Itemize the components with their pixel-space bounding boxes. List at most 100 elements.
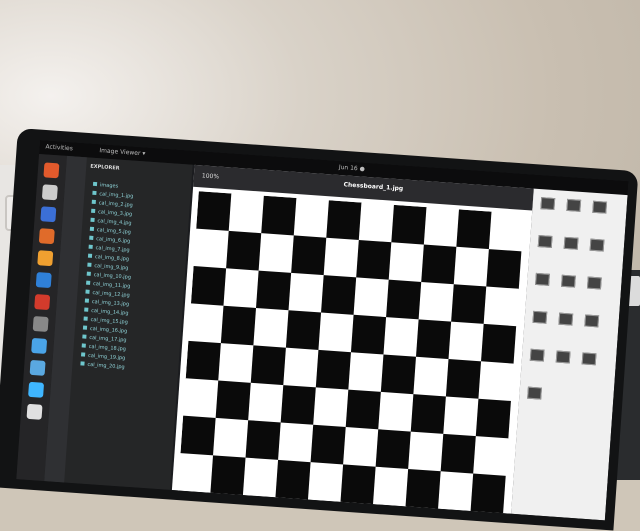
chessboard-square bbox=[220, 305, 257, 346]
dock-app-icon[interactable] bbox=[29, 359, 46, 376]
chessboard-square bbox=[470, 473, 507, 514]
chessboard-square bbox=[215, 380, 252, 421]
chessboard-square bbox=[293, 198, 330, 239]
explorer-heading: EXPLORER bbox=[90, 163, 120, 172]
file-item[interactable]: cal_img_20.jpg bbox=[80, 361, 125, 373]
chessboard-square bbox=[258, 233, 295, 274]
chessboard-square bbox=[488, 211, 525, 252]
file-thumbnail[interactable] bbox=[589, 238, 605, 252]
chessboard-square bbox=[486, 249, 522, 290]
chessboard-square bbox=[248, 382, 284, 424]
chessboard-square bbox=[326, 200, 362, 241]
file-thumbnail[interactable] bbox=[584, 314, 600, 328]
chessboard-square bbox=[196, 191, 232, 232]
chessboard-square bbox=[245, 420, 282, 461]
file-thumbnail[interactable] bbox=[527, 386, 542, 400]
file-thumbnail[interactable] bbox=[555, 350, 571, 364]
dock-app-icon[interactable] bbox=[28, 381, 45, 398]
chessboard-square bbox=[423, 207, 460, 248]
chessboard-square bbox=[451, 284, 487, 325]
file-thumbnail[interactable] bbox=[561, 274, 576, 288]
chessboard-square bbox=[250, 345, 287, 386]
chessboard-square bbox=[285, 310, 322, 351]
dock-app-icon[interactable] bbox=[26, 403, 43, 420]
chessboard-square bbox=[291, 235, 327, 276]
dock-app-icon[interactable] bbox=[37, 250, 54, 267]
chessboard-square bbox=[180, 415, 217, 456]
chessboard-square bbox=[453, 246, 490, 288]
chessboard-square bbox=[438, 471, 474, 512]
dock-app-icon[interactable] bbox=[40, 206, 57, 223]
chessboard-square bbox=[343, 427, 379, 468]
chessboard-image bbox=[177, 191, 525, 514]
chessboard-square bbox=[210, 455, 247, 496]
chessboard-square bbox=[483, 286, 520, 327]
file-thumbnail[interactable] bbox=[540, 197, 556, 211]
chessboard-square bbox=[177, 453, 214, 494]
image-viewer: 100% Chessboard_1.jpg bbox=[171, 164, 534, 514]
chessboard-square bbox=[445, 359, 482, 400]
chessboard-square bbox=[253, 307, 290, 349]
chessboard-square bbox=[226, 230, 262, 272]
chessboard-square bbox=[321, 275, 357, 316]
chessboard-square bbox=[440, 433, 477, 475]
chessboard-square bbox=[443, 396, 479, 437]
chessboard-square bbox=[183, 378, 219, 419]
file-title: Chessboard_1.jpg bbox=[343, 181, 404, 193]
chessboard-square bbox=[345, 389, 382, 430]
chessboard-square bbox=[473, 436, 509, 477]
chessboard-square bbox=[278, 422, 314, 463]
chessboard-square bbox=[261, 195, 297, 236]
chessboard-square bbox=[353, 277, 390, 318]
chessboard-square bbox=[188, 303, 224, 344]
file-thumbnail[interactable] bbox=[581, 352, 597, 366]
file-explorer: EXPLORER images cal_img_1.jpg cal_img_2.j… bbox=[44, 155, 193, 490]
chessboard-square bbox=[418, 281, 455, 323]
zoom-level[interactable]: 100% bbox=[202, 172, 220, 180]
dock-app-icon[interactable] bbox=[35, 272, 52, 289]
clock[interactable]: Jun 16 ● bbox=[339, 164, 365, 173]
chessboard-square bbox=[228, 193, 265, 234]
chessboard-square bbox=[283, 347, 319, 388]
chessboard-square bbox=[223, 268, 260, 309]
file-thumbnail[interactable] bbox=[558, 312, 574, 326]
file-thumbnail[interactable] bbox=[586, 276, 602, 290]
chessboard-square bbox=[323, 237, 360, 278]
app-menu[interactable]: Image Viewer ▾ bbox=[99, 147, 145, 157]
laptop: Activities Image Viewer ▾ Jun 16 ● EXPLO… bbox=[0, 0, 640, 531]
chessboard-square bbox=[375, 429, 412, 470]
chessboard-square bbox=[242, 457, 279, 498]
dock-app-icon[interactable] bbox=[38, 228, 55, 245]
chessboard-square bbox=[348, 352, 384, 393]
chessboard-square bbox=[340, 464, 377, 505]
laptop-screen: Activities Image Viewer ▾ Jun 16 ● EXPLO… bbox=[16, 140, 629, 521]
file-thumbnail[interactable] bbox=[563, 236, 579, 250]
chessboard-square bbox=[358, 202, 395, 243]
chessboard-square bbox=[190, 266, 227, 307]
dock-app-icon[interactable] bbox=[31, 337, 48, 354]
file-thumbnail[interactable] bbox=[566, 198, 582, 212]
chessboard-square bbox=[383, 317, 420, 358]
file-thumbnail[interactable] bbox=[529, 348, 545, 362]
file-thumbnail[interactable] bbox=[535, 272, 550, 286]
chessboard-square bbox=[380, 354, 417, 395]
dock-app-icon[interactable] bbox=[32, 315, 49, 332]
chessboard-square bbox=[193, 228, 230, 269]
chessboard-square bbox=[288, 272, 325, 314]
file-thumbnail[interactable] bbox=[532, 310, 548, 324]
chessboard-square bbox=[185, 340, 222, 382]
dock-app-icon[interactable] bbox=[41, 184, 58, 201]
dock-app-icon[interactable] bbox=[43, 162, 60, 179]
chessboard-square bbox=[315, 349, 352, 391]
chessboard-square bbox=[212, 417, 249, 459]
chessboard-square bbox=[481, 323, 517, 365]
chessboard-square bbox=[408, 431, 444, 472]
chessboard-square bbox=[255, 270, 292, 311]
chessboard-square bbox=[413, 356, 450, 397]
chessboard-square bbox=[318, 312, 355, 353]
activities-button[interactable]: Activities bbox=[45, 143, 73, 152]
dock-app-icon[interactable] bbox=[34, 294, 51, 311]
file-thumbnail[interactable] bbox=[537, 235, 553, 248]
file-thumbnail[interactable] bbox=[592, 200, 608, 214]
chessboard-square bbox=[372, 466, 409, 507]
